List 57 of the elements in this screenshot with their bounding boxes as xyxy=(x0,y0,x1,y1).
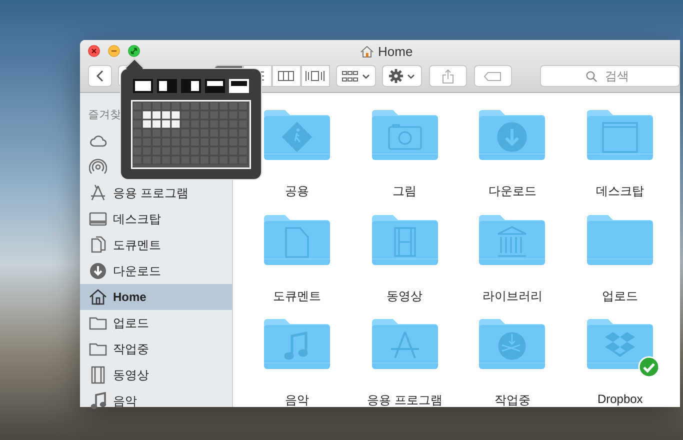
download-icon xyxy=(89,262,107,280)
sidebar-item[interactable]: 응용 프로그램 xyxy=(80,180,232,206)
sidebar-item[interactable]: 데스크탑 xyxy=(80,206,232,232)
sidebar-header: 즐겨찾 xyxy=(87,108,122,123)
folder-icon[interactable] xyxy=(586,318,654,370)
document-icon xyxy=(89,236,107,254)
caret-icon xyxy=(362,74,370,78)
layout-grid[interactable] xyxy=(131,100,251,169)
right-half-layout-icon[interactable] xyxy=(181,79,201,93)
film-icon xyxy=(89,366,107,384)
file-name[interactable]: 음악 xyxy=(284,392,309,409)
column-view-button[interactable] xyxy=(272,65,301,87)
close-icon[interactable] xyxy=(88,45,100,57)
house-icon xyxy=(360,45,374,58)
sidebar-item[interactable]: 동영상 xyxy=(80,362,232,388)
file-name[interactable]: 그림 xyxy=(392,183,417,200)
caret-icon xyxy=(406,74,415,78)
file-name[interactable]: 도큐멘트 xyxy=(272,288,321,304)
minimize-icon[interactable] xyxy=(108,45,120,57)
action-button[interactable] xyxy=(382,65,422,87)
airdrop-icon xyxy=(89,158,107,176)
file-name[interactable]: 작업중 xyxy=(494,392,530,409)
search-field[interactable]: 검색 xyxy=(540,65,680,87)
sidebar-item[interactable]: 도큐멘트 xyxy=(80,232,232,258)
back-button[interactable] xyxy=(88,65,112,87)
left-half-layout-icon[interactable] xyxy=(157,79,177,93)
file-name[interactable]: 공용 xyxy=(284,183,309,200)
sidebar-item[interactable]: 업로드 xyxy=(80,310,232,336)
fullscreen-icon[interactable] xyxy=(128,45,140,57)
cover-flow-button[interactable] xyxy=(300,65,330,87)
share-icon xyxy=(442,68,454,84)
file-name[interactable]: Dropbox xyxy=(597,392,643,406)
music-note-icon xyxy=(89,392,107,410)
file-name[interactable]: 동영상 xyxy=(386,288,423,304)
tag-icon xyxy=(484,72,502,80)
bottom-half-layout-icon[interactable] xyxy=(229,79,249,93)
file-name[interactable]: 다운로드 xyxy=(488,183,536,200)
file-name[interactable]: 응용 프로그램 xyxy=(366,392,442,409)
file-name[interactable]: 업로드 xyxy=(602,288,638,304)
app-store-icon xyxy=(89,184,107,202)
desktop-icon xyxy=(89,210,107,228)
top-half-layout-icon[interactable] xyxy=(205,79,225,93)
chevron-left-icon xyxy=(96,70,104,82)
columns-icon xyxy=(278,71,294,81)
sidebar-item[interactable]: 음악 xyxy=(80,388,232,414)
gear-icon xyxy=(388,69,403,83)
sidebar-item[interactable]: 작업중 xyxy=(80,336,232,362)
cover-flow-icon xyxy=(305,71,326,81)
sidebar-item[interactable]: 다운로드 xyxy=(80,258,232,284)
arrange-button[interactable] xyxy=(336,65,376,87)
file-name[interactable]: 데스크탑 xyxy=(596,183,644,200)
window-title: Home xyxy=(378,44,413,59)
file-name[interactable]: 라이브러리 xyxy=(482,288,542,304)
grid-icon xyxy=(342,70,358,82)
house-icon xyxy=(89,288,107,306)
full-layout-icon[interactable] xyxy=(133,79,153,93)
sidebar-item[interactable]: Home xyxy=(80,284,232,310)
